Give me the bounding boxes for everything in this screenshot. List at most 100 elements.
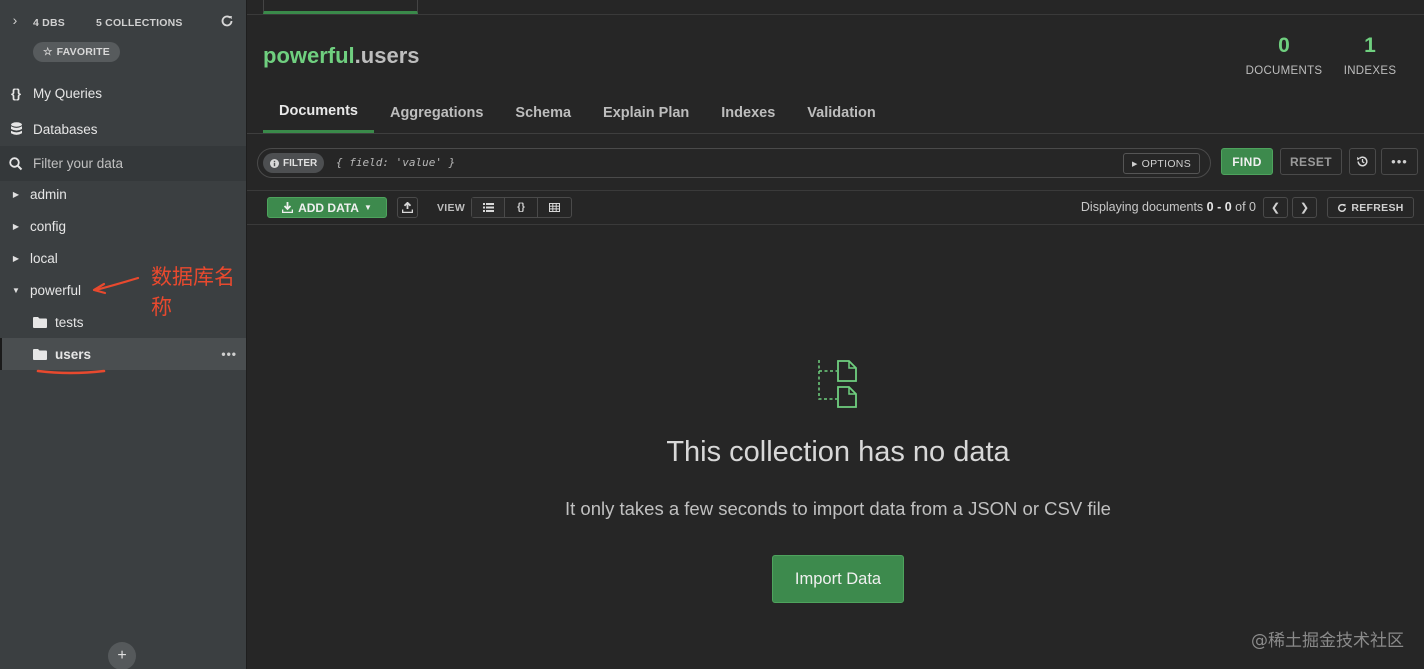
database-name: local	[30, 250, 58, 266]
db-count: 4 DBS	[33, 17, 65, 29]
sidebar-item-label: Databases	[33, 121, 98, 137]
star-icon: ☆	[43, 46, 53, 58]
query-bar: FILTER { field: 'value' } ▶ OPTIONS FIND…	[247, 134, 1424, 191]
database-name: powerful	[30, 282, 82, 298]
query-history-button[interactable]	[1349, 148, 1376, 175]
create-database-button[interactable]: +	[108, 642, 136, 669]
refresh-button[interactable]: REFRESH	[1327, 197, 1414, 218]
annotation-label: 数据库名称	[151, 265, 235, 319]
sidebar-header: › 4 DBS 5 COLLECTIONS	[0, 0, 246, 43]
chevron-right-icon[interactable]: ›	[9, 12, 21, 28]
more-options-icon[interactable]: •••	[221, 347, 237, 361]
tab-indexes[interactable]: Indexes	[705, 92, 791, 133]
caret-down-icon: ▼	[363, 203, 372, 212]
tab-bar: Documents Aggregations Schema Explain Pl…	[263, 92, 892, 133]
favorite-button[interactable]: ☆ FAVORITE	[33, 42, 120, 62]
sidebar-item-databases[interactable]: Databases	[0, 111, 246, 147]
options-label: OPTIONS	[1141, 157, 1191, 170]
upload-icon	[402, 202, 413, 213]
tab-aggregations[interactable]: Aggregations	[374, 92, 499, 133]
documents-count: 0	[1278, 34, 1290, 57]
collection-item-users[interactable]: users •••	[0, 338, 246, 370]
collection-name: users	[55, 346, 92, 362]
refresh-icon[interactable]	[220, 14, 234, 28]
collection-name: tests	[55, 314, 84, 330]
database-icon	[8, 121, 24, 137]
curly-braces-icon: {}	[10, 85, 22, 101]
find-button[interactable]: FIND	[1221, 148, 1273, 175]
empty-documents-icon	[818, 360, 857, 408]
collection-count: 5 COLLECTIONS	[96, 17, 183, 29]
database-name: config	[30, 218, 67, 234]
add-data-label: ADD DATA	[298, 200, 359, 215]
database-name: admin	[30, 186, 67, 202]
more-menu-button[interactable]: •••	[1381, 148, 1418, 175]
chevron-right-icon: ❯	[1299, 202, 1310, 214]
ellipsis-icon: •••	[1391, 154, 1408, 169]
page-title: powerful.users	[263, 43, 420, 69]
displaying-range: 0 - 0	[1206, 200, 1232, 214]
export-button[interactable]	[397, 197, 418, 218]
documents-toolbar: ADD DATA ▼ VIEW {} Displaying documents …	[247, 191, 1424, 225]
caret-right-icon: ▶	[1131, 160, 1138, 168]
history-icon	[1357, 156, 1368, 167]
list-icon	[482, 203, 494, 212]
sidebar-item-my-queries[interactable]: {} My Queries	[0, 75, 246, 111]
table-icon	[549, 203, 560, 212]
options-button[interactable]: ▶ OPTIONS	[1122, 153, 1200, 174]
next-page-button[interactable]: ❯	[1292, 197, 1317, 218]
favorite-label: FAVORITE	[56, 46, 110, 58]
caret-right-icon: ▶	[12, 189, 20, 199]
sidebar-nav: {} My Queries Databases	[0, 75, 246, 147]
sidebar: › 4 DBS 5 COLLECTIONS ☆ FAVORITE {} My Q…	[0, 0, 247, 669]
main-panel: powerful.users 0 DOCUMENTS 1 INDEXES Doc…	[247, 0, 1424, 669]
indexes-counter: 1 INDEXES	[1340, 34, 1400, 77]
namespace-db: powerful	[263, 43, 355, 68]
tab-documents[interactable]: Documents	[263, 92, 374, 133]
info-icon	[270, 158, 279, 168]
add-data-button[interactable]: ADD DATA ▼	[267, 197, 387, 218]
workspace-tab[interactable]	[263, 0, 418, 14]
database-item-config[interactable]: ▶ config	[0, 210, 246, 242]
filter-your-data	[0, 146, 246, 181]
caret-right-icon: ▶	[12, 253, 20, 263]
filter-label: FILTER	[283, 157, 318, 169]
tab-explain-plan[interactable]: Explain Plan	[587, 92, 705, 133]
watermark: @稀土掘金技术社区	[1251, 631, 1404, 651]
refresh-icon	[1338, 203, 1347, 212]
view-label: VIEW	[437, 202, 466, 214]
displaying-prefix: Displaying documents	[1080, 200, 1207, 214]
json-view-button[interactable]: {}	[505, 198, 538, 217]
documents-counter: 0 DOCUMENTS	[1243, 34, 1325, 77]
reset-button[interactable]: RESET	[1280, 148, 1342, 175]
folder-icon	[33, 348, 47, 360]
caret-right-icon: ▶	[12, 221, 20, 231]
indexes-label: INDEXES	[1343, 65, 1397, 77]
import-data-button[interactable]: Import Data	[772, 555, 904, 603]
namespace-collection: .users	[354, 43, 420, 68]
query-placeholder: { field: 'value' }	[336, 156, 456, 169]
empty-state-subtitle: It only takes a few seconds to import da…	[565, 498, 1111, 519]
tab-schema[interactable]: Schema	[499, 92, 587, 133]
list-view-button[interactable]	[472, 198, 505, 217]
view-toggle: {}	[471, 197, 572, 218]
table-view-button[interactable]	[538, 198, 571, 217]
query-filter-input[interactable]: FILTER { field: 'value' } ▶ OPTIONS	[257, 148, 1211, 178]
sidebar-item-label: My Queries	[33, 85, 103, 101]
filter-badge[interactable]: FILTER	[263, 153, 325, 173]
empty-state-title: This collection has no data	[666, 436, 1010, 468]
search-icon	[9, 156, 23, 170]
plus-icon: +	[117, 647, 127, 664]
caret-down-icon: ▼	[12, 285, 20, 295]
database-item-admin[interactable]: ▶ admin	[0, 178, 246, 210]
tab-validation[interactable]: Validation	[791, 92, 892, 133]
documents-label: DOCUMENTS	[1245, 65, 1323, 77]
folder-icon	[33, 316, 47, 328]
chevron-left-icon: ❮	[1270, 202, 1281, 214]
prev-page-button[interactable]: ❮	[1263, 197, 1288, 218]
filter-input[interactable]	[33, 156, 233, 171]
download-icon	[282, 202, 294, 213]
displaying-documents: Displaying documents 0 - 0 of 0	[1081, 200, 1256, 214]
displaying-suffix: of 0	[1231, 200, 1256, 214]
indexes-count: 1	[1364, 34, 1376, 57]
